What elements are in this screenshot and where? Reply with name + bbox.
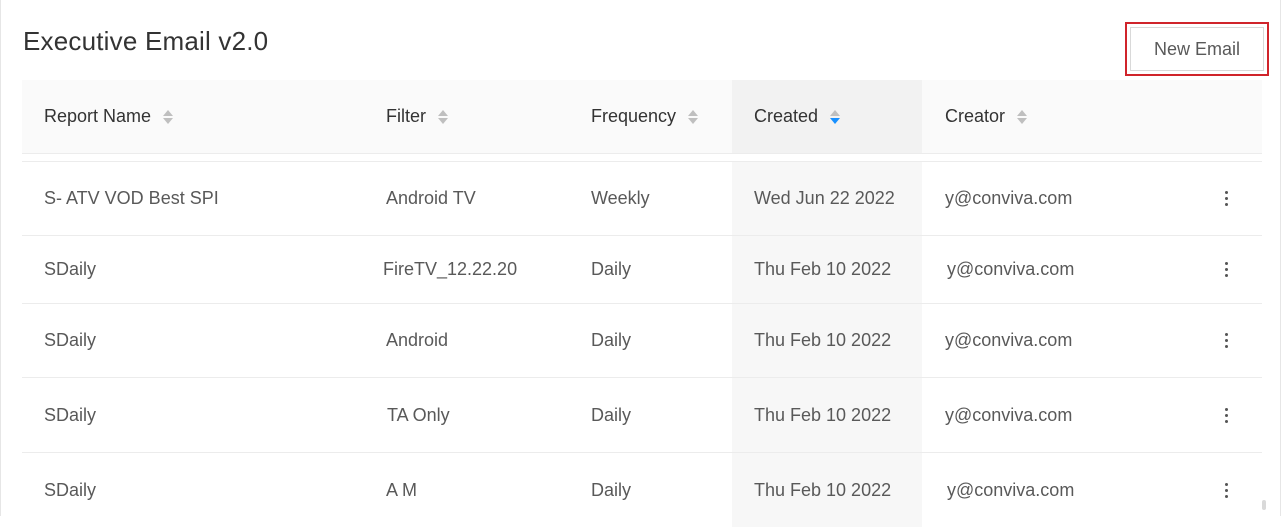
header-spacer — [22, 154, 1262, 162]
cell-creator: y@conviva.com — [945, 404, 1073, 425]
table-body: S- ATV VOD Best SPI Android TV Weekly We… — [22, 162, 1262, 527]
table-row[interactable]: SDaily Android Daily Thu Feb 10 2022 y@c… — [22, 304, 1262, 378]
sort-caret-icon[interactable] — [438, 109, 448, 124]
sort-caret-icon[interactable] — [688, 109, 699, 124]
more-vertical-icon[interactable] — [1220, 162, 1232, 235]
page-title: Executive Email v2.0 — [23, 26, 269, 56]
sort-caret-icon[interactable] — [830, 109, 841, 124]
cell-report-name: SDaily — [44, 259, 97, 279]
cell-created: Wed Jun 22 2022 — [732, 162, 922, 235]
sort-caret-icon[interactable] — [163, 109, 174, 124]
more-vertical-icon[interactable] — [1220, 304, 1232, 377]
more-vertical-icon[interactable] — [1220, 236, 1232, 303]
cell-frequency: Daily — [591, 404, 632, 425]
cell-frequency: Daily — [591, 259, 632, 279]
cell-frequency: Weekly — [591, 188, 650, 208]
column-header-label: Frequency — [591, 106, 677, 126]
column-header-label: Filter — [386, 106, 426, 126]
cell-creator: y@conviva.com — [945, 330, 1073, 350]
table-header: Report Name Filter Frequency Created Cre… — [22, 80, 1262, 154]
cell-report-name: S- ATV VOD Best SPI — [44, 188, 219, 208]
column-header-report-name[interactable]: Report Name — [22, 80, 364, 153]
column-header-label: Created — [754, 106, 819, 126]
new-email-button[interactable]: New Email — [1130, 27, 1264, 71]
table-row[interactable]: SDaily FireTV_12.22.20 Daily Thu Feb 10 … — [22, 236, 1262, 304]
cell-created: Thu Feb 10 2022 — [732, 378, 922, 452]
column-header-label: Creator — [945, 106, 1006, 126]
column-header-frequency[interactable]: Frequency — [569, 80, 732, 153]
cell-filter: TA Only — [387, 404, 450, 425]
vertical-scrollbar[interactable] — [1262, 500, 1266, 510]
cell-frequency: Daily — [591, 330, 632, 350]
column-header-label: Report Name — [44, 106, 152, 126]
email-reports-table: Report Name Filter Frequency Created Cre… — [22, 80, 1262, 527]
column-header-filter[interactable]: Filter — [364, 80, 569, 153]
cell-creator: y@conviva.com — [947, 259, 1075, 279]
column-header-created[interactable]: Created — [732, 80, 922, 153]
table-row[interactable]: S- ATV VOD Best SPI Android TV Weekly We… — [22, 162, 1262, 236]
cell-creator: y@conviva.com — [945, 188, 1073, 208]
cell-report-name: SDaily — [44, 330, 97, 350]
cell-created: Thu Feb 10 2022 — [732, 304, 922, 377]
cell-filter: Android — [386, 330, 449, 350]
table-row[interactable]: SDaily TA Only Daily Thu Feb 10 2022 y@c… — [22, 378, 1262, 453]
cell-filter: Android TV — [386, 188, 476, 208]
sort-caret-icon[interactable] — [1017, 109, 1028, 124]
cell-filter: FireTV_12.22.20 — [383, 259, 518, 279]
column-header-creator[interactable]: Creator — [922, 80, 1262, 153]
cell-report-name: SDaily — [44, 404, 97, 425]
more-vertical-icon[interactable] — [1220, 378, 1232, 452]
cell-created: Thu Feb 10 2022 — [732, 236, 922, 303]
